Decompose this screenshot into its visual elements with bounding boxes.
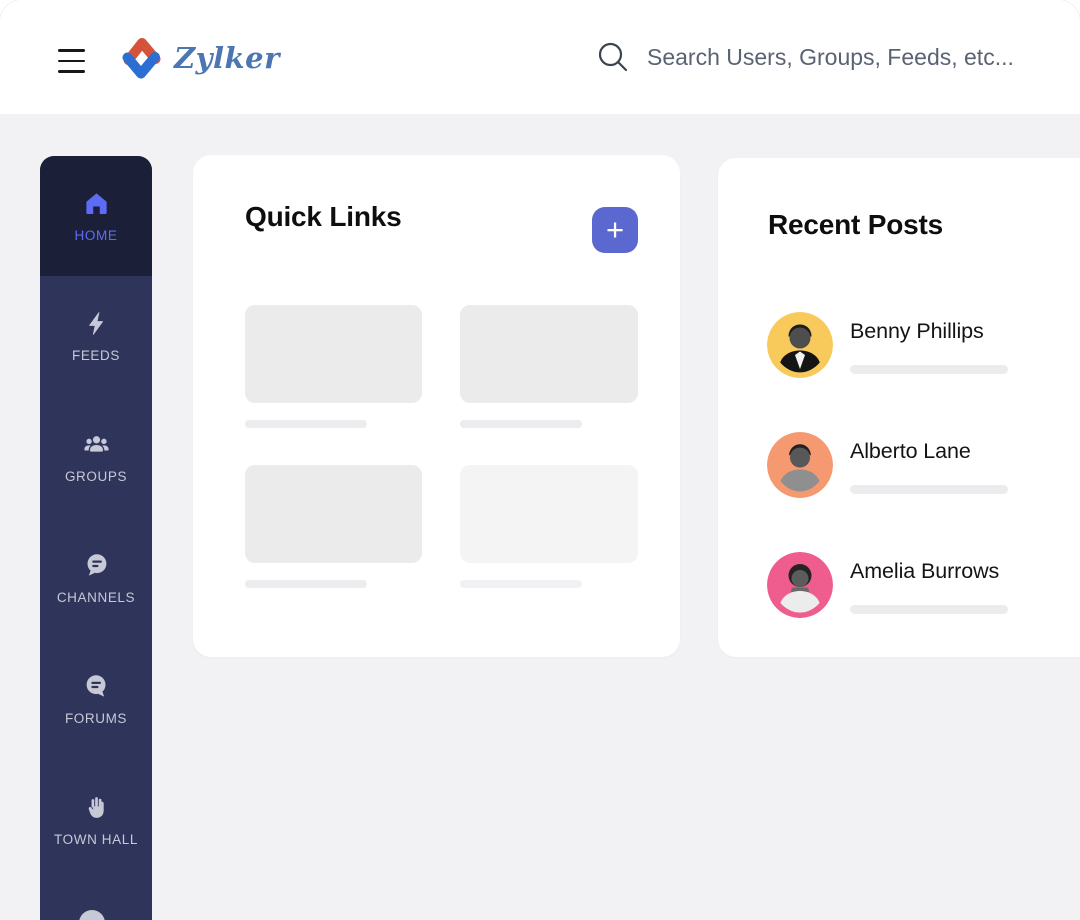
- quick-link-placeholder[interactable]: [245, 465, 422, 588]
- main-content: HOME FEEDS GROUPS CHANNELS FORUMS TOWN H…: [0, 114, 1080, 920]
- placeholder-line: [460, 580, 582, 588]
- sidebar-item-groups[interactable]: GROUPS: [40, 397, 152, 518]
- partial-next-item-icon: [79, 910, 105, 920]
- quick-links-card: Quick Links +: [193, 155, 680, 657]
- quick-links-title: Quick Links: [245, 201, 402, 232]
- search-icon[interactable]: [596, 40, 630, 74]
- recent-posts-list: Benny Phillips Alberto Lane Amelia Burro…: [767, 312, 1008, 672]
- post-preview-line: [850, 365, 1008, 374]
- global-search: [596, 40, 1027, 74]
- sidebar-item-label: CHANNELS: [56, 590, 136, 605]
- avatar: [767, 432, 833, 498]
- avatar: [767, 552, 833, 618]
- quick-link-placeholder[interactable]: [460, 465, 638, 588]
- top-header: Zylker: [0, 0, 1080, 114]
- post-text: Amelia Burrows: [850, 552, 1008, 618]
- list-item[interactable]: Alberto Lane: [767, 432, 1008, 498]
- post-text: Benny Phillips: [850, 312, 1008, 378]
- placeholder-line: [245, 580, 367, 588]
- bolt-icon: [88, 312, 103, 335]
- list-item[interactable]: Amelia Burrows: [767, 552, 1008, 618]
- sidebar-item-label: HOME: [74, 227, 118, 243]
- placeholder-block: [460, 465, 638, 563]
- forum-bubble-icon: [86, 675, 105, 697]
- app-window: Zylker HOME FEEDS: [0, 0, 1080, 920]
- sidebar-nav: HOME FEEDS GROUPS CHANNELS FORUMS TOWN H…: [40, 156, 152, 920]
- recent-posts-title: Recent Posts: [768, 209, 943, 240]
- avatar: [767, 312, 833, 378]
- sidebar-item-forums[interactable]: FORUMS: [40, 639, 152, 760]
- sidebar-item-label: FEEDS: [71, 348, 120, 363]
- quick-links-grid: [245, 305, 638, 588]
- search-input[interactable]: [647, 43, 1027, 71]
- sidebar-item-town-hall[interactable]: TOWN HALL: [40, 760, 152, 881]
- sidebar-item-label: TOWN HALL: [54, 832, 138, 847]
- chat-bubble-icon: [87, 554, 106, 576]
- hamburger-menu-icon[interactable]: [58, 48, 85, 73]
- sidebar-item-feeds[interactable]: FEEDS: [40, 276, 152, 397]
- placeholder-line: [245, 420, 367, 428]
- recent-posts-card: Recent Posts Benny Phillips Alberto Lane…: [718, 158, 1080, 657]
- zylker-logo-icon: [122, 37, 161, 79]
- add-quick-link-button[interactable]: +: [592, 207, 638, 253]
- sidebar-item-label: GROUPS: [64, 469, 128, 484]
- post-preview-line: [850, 485, 1008, 494]
- placeholder-block: [245, 465, 422, 563]
- placeholder-block: [245, 305, 422, 403]
- quick-link-placeholder[interactable]: [245, 305, 422, 428]
- post-text: Alberto Lane: [850, 432, 1008, 498]
- sidebar-item-channels[interactable]: CHANNELS: [40, 518, 152, 639]
- brand-logo[interactable]: Zylker: [117, 33, 280, 83]
- post-author-name: Alberto Lane: [850, 439, 971, 463]
- placeholder-block: [460, 305, 638, 403]
- quick-link-placeholder[interactable]: [460, 305, 638, 428]
- post-author-name: Amelia Burrows: [850, 559, 1000, 583]
- sidebar-item-label: FORUMS: [64, 711, 128, 726]
- placeholder-line: [460, 420, 582, 428]
- brand-wordmark: Zylker: [174, 41, 280, 75]
- list-item[interactable]: Benny Phillips: [767, 312, 1008, 378]
- post-preview-line: [850, 605, 1008, 614]
- raised-hand-icon: [88, 797, 104, 818]
- people-icon: [83, 436, 109, 452]
- home-icon: [85, 192, 107, 214]
- sidebar-item-home[interactable]: HOME: [40, 156, 152, 276]
- post-author-name: Benny Phillips: [850, 319, 984, 343]
